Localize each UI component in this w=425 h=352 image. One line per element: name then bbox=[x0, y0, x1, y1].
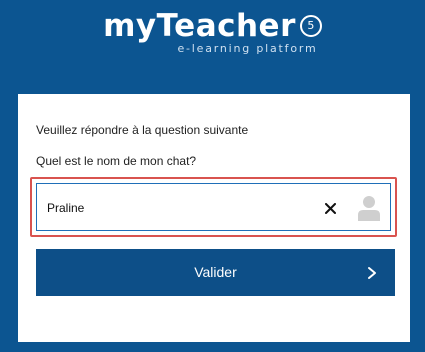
security-question: Quel est le nom de mon chat? bbox=[36, 154, 197, 168]
user-icon bbox=[358, 195, 380, 221]
submit-button[interactable]: Valider bbox=[36, 249, 395, 296]
logo-row: myTeacher 5 bbox=[103, 8, 322, 44]
answer-input[interactable] bbox=[47, 198, 307, 218]
submit-label: Valider bbox=[194, 264, 237, 280]
answer-highlight bbox=[30, 177, 397, 237]
security-question-card: Veuillez répondre à la question suivante… bbox=[18, 94, 410, 342]
clear-icon[interactable] bbox=[320, 198, 340, 218]
chevron-right-icon bbox=[366, 266, 378, 280]
brand-name: myTeacher bbox=[103, 8, 296, 44]
answer-field bbox=[36, 183, 391, 231]
instruction-text: Veuillez répondre à la question suivante bbox=[36, 123, 249, 137]
brand-badge: 5 bbox=[299, 15, 322, 37]
logo: myTeacher 5 e-learning platform bbox=[0, 8, 425, 55]
